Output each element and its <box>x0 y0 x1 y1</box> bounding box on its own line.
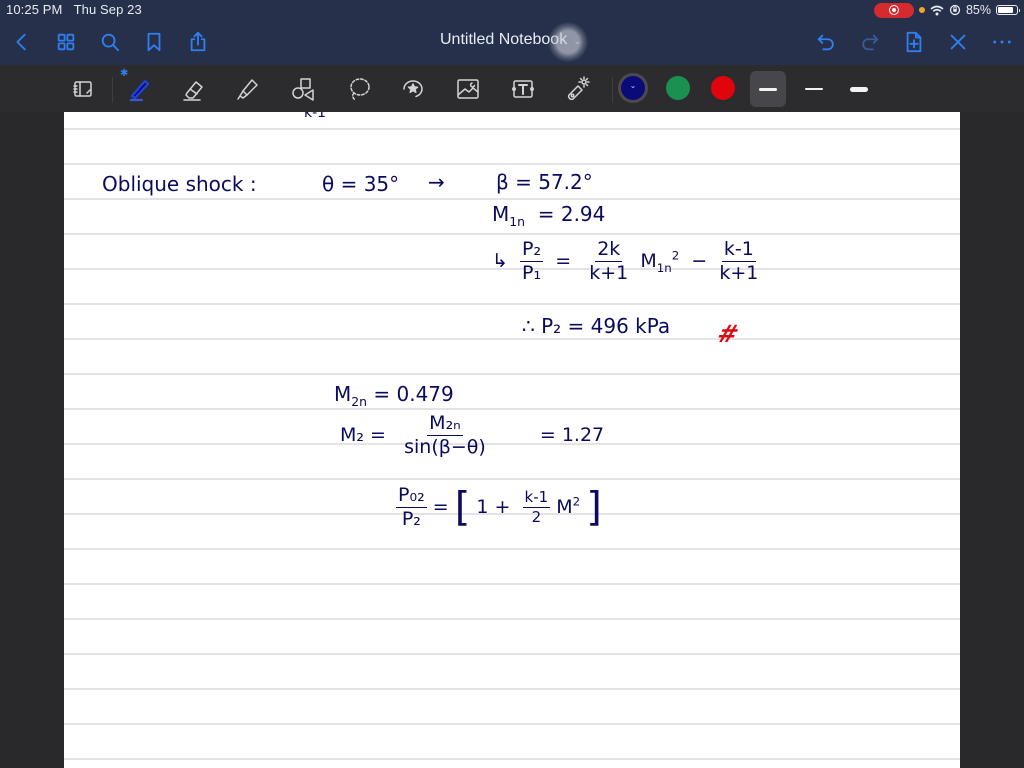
sticker-icon[interactable] <box>398 74 428 104</box>
pen-icon[interactable]: ✱ <box>120 68 154 104</box>
redo-icon[interactable] <box>858 30 882 54</box>
date: Thu Sep 23 <box>73 2 142 17</box>
handwriting-stagnation-ratio: P₀₂ P₂ = [ 1 + k-1 2 M2 ] <box>396 484 602 531</box>
top-bar: 10:25 PM Thu Sep 23 85% Untitled Noteboo… <box>0 0 1024 65</box>
notebook-title-button[interactable]: Untitled Notebook ⌄ <box>440 31 582 49</box>
fraction-m2n-sin: M₂ₙ sin(β−θ) <box>404 412 486 458</box>
color-swatch-green[interactable] <box>666 76 690 100</box>
color-swatch-navy[interactable]: ⌄ <box>621 76 645 100</box>
handwriting-theta: θ = 35° <box>322 172 400 196</box>
ruled-line <box>64 408 960 410</box>
shapes-icon[interactable] <box>288 74 318 104</box>
fraction-p2-p1: P₂ P₁ <box>520 238 544 284</box>
bluetooth-icon: ✱ <box>120 68 129 79</box>
handwriting-m2n: M2n = 0.479 <box>334 382 454 409</box>
add-page-icon[interactable] <box>902 30 926 54</box>
ruled-line <box>64 478 960 480</box>
stroke-width-thin[interactable] <box>796 71 832 107</box>
laser-pointer-icon[interactable] <box>562 74 592 104</box>
handwriting-p2-result: ∴ P₂ = 496 kPa <box>522 314 671 338</box>
fraction-k-minus-1-over-2: k-1 2 <box>522 488 551 526</box>
back-icon[interactable] <box>10 30 34 54</box>
battery-level <box>998 7 1014 13</box>
status-time: 10:25 PM Thu Sep 23 <box>6 2 142 17</box>
battery-icon <box>996 5 1020 15</box>
ruled-line <box>64 198 960 200</box>
text-icon[interactable] <box>508 74 538 104</box>
ruled-line <box>64 653 960 655</box>
fraction-p02-p2: P₀₂ P₂ <box>396 484 427 530</box>
fraction-2k: 2k k+1 <box>589 238 629 284</box>
battery-percent: 85% <box>965 3 991 17</box>
m1n-subscript: 1n <box>509 214 526 229</box>
toolbar-divider <box>612 77 613 103</box>
handwriting-beta: β = 57.2° <box>496 170 593 194</box>
ruled-line <box>64 373 960 375</box>
stroke-width-thick[interactable] <box>841 71 877 107</box>
ruled-line <box>64 128 960 130</box>
m1n-symbol: M <box>492 202 510 226</box>
ruled-line <box>64 618 960 620</box>
image-icon[interactable] <box>453 74 483 104</box>
answer-mark: # <box>713 320 743 348</box>
handwriting-pressure-ratio-equation: ↳ P₂ P₁ = 2k k+1 M1n2 − k-1 k+1 <box>492 238 759 284</box>
handwriting-oblique-label: Oblique shock : <box>102 172 257 196</box>
ruled-line <box>64 163 960 165</box>
grid-icon[interactable] <box>54 30 78 54</box>
notebook-title: Untitled Notebook <box>440 31 568 48</box>
m1n-value: = 2.94 <box>537 202 606 226</box>
toolbar-divider <box>112 77 113 103</box>
chevron-down-icon: ⌄ <box>629 81 637 90</box>
handwriting-arrow: → <box>428 170 445 194</box>
color-swatch-red[interactable] <box>711 76 735 100</box>
fraction-k-minus-1: k-1 k+1 <box>719 238 759 284</box>
mic-indicator-icon <box>918 7 925 13</box>
wifi-icon <box>930 5 944 15</box>
ruled-line <box>64 723 960 725</box>
ruled-line <box>64 338 960 340</box>
handwriting-partial-fraction: k-1 <box>304 112 327 121</box>
clock: 10:25 PM <box>6 2 63 17</box>
chevron-down-icon: ⌄ <box>573 35 582 47</box>
notebook-page[interactable]: k-1 Oblique shock : θ = 35° → β = 57.2° … <box>64 112 960 768</box>
status-indicators: 85% <box>873 2 1020 18</box>
handwriting-m1n: M1n = 2.94 <box>492 204 605 228</box>
hook-arrow: ↳ <box>492 250 508 272</box>
ruled-line <box>64 233 960 235</box>
ruled-line <box>64 758 960 760</box>
highlighter-icon[interactable] <box>232 74 262 104</box>
lasso-icon[interactable] <box>344 74 374 104</box>
share-icon[interactable] <box>186 30 210 54</box>
page-layout-icon[interactable] <box>68 74 98 104</box>
drawing-toolbar: ✱ ⌄ <box>0 65 1024 112</box>
ruled-line <box>64 688 960 690</box>
bookmark-icon[interactable] <box>142 30 166 54</box>
eraser-icon[interactable] <box>178 74 208 104</box>
undo-icon[interactable] <box>814 30 838 54</box>
ruled-line <box>64 583 960 585</box>
search-icon[interactable] <box>98 30 122 54</box>
more-icon[interactable] <box>990 30 1014 54</box>
close-icon[interactable] <box>946 30 970 54</box>
ruled-line <box>64 548 960 550</box>
ruled-line <box>64 303 960 305</box>
stroke-width-medium[interactable] <box>750 71 786 107</box>
orientation-lock-icon <box>949 4 961 16</box>
handwriting-m2-equation: M₂ = M₂ₙ sin(β−θ) = 1.27 <box>340 412 605 458</box>
screen-record-icon[interactable] <box>873 2 914 18</box>
